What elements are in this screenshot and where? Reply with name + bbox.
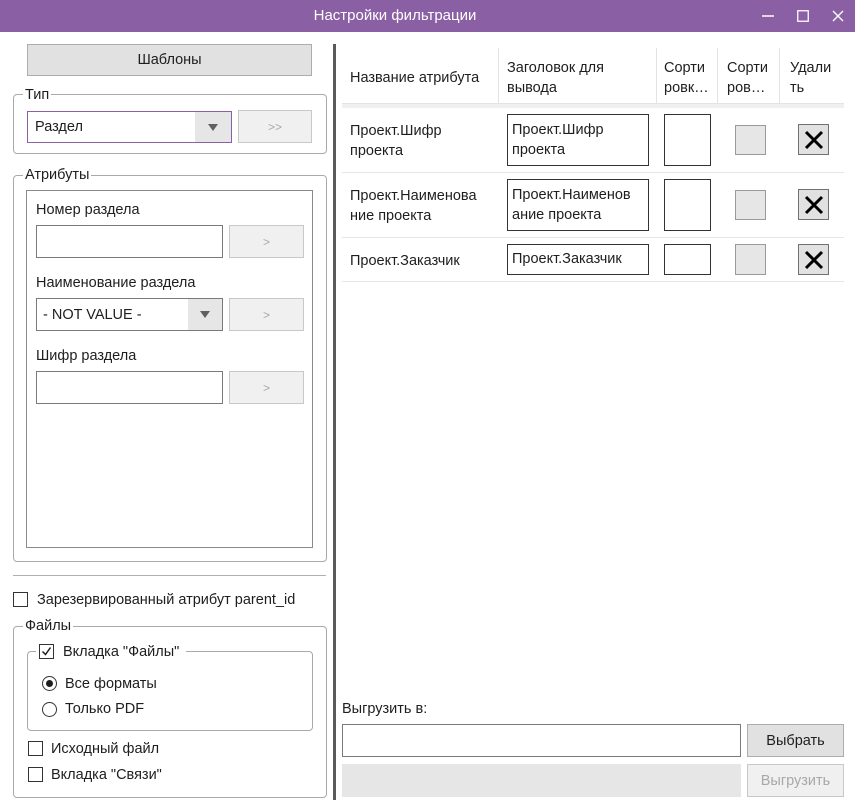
section-number-label: Номер раздела	[36, 202, 140, 218]
attributes-group-legend: Атрибуты	[23, 167, 92, 183]
all-formats-label: Все форматы	[65, 676, 157, 692]
chevron-down-icon	[188, 299, 222, 330]
row-attribute-name: Проект.Шифр проекта	[350, 123, 442, 159]
row-sort-checkbox[interactable]	[735, 244, 766, 275]
chevron-down-icon	[195, 112, 231, 142]
row-attribute-name: Проект.Заказчик	[350, 253, 460, 269]
column-header-sort-2[interactable]: Сорти ров…	[727, 58, 768, 98]
row-divider	[342, 237, 844, 238]
maximize-icon[interactable]	[785, 0, 821, 32]
all-formats-radio[interactable]	[42, 676, 57, 691]
row-divider	[342, 281, 844, 282]
header-divider	[656, 48, 657, 104]
row-delete-button[interactable]	[798, 189, 829, 220]
source-file-label: Исходный файл	[51, 741, 160, 757]
row-sort-checkbox[interactable]	[735, 190, 766, 220]
choose-button[interactable]: Выбрать	[747, 724, 844, 757]
header-divider	[717, 48, 718, 104]
templates-button[interactable]: Шаблоны	[27, 44, 312, 76]
row-divider	[342, 172, 844, 173]
close-icon[interactable]	[820, 0, 855, 32]
reserved-attribute-label: Зарезервированный атрибут parent_id	[37, 592, 296, 608]
header-shadow	[342, 104, 844, 108]
section-name-select[interactable]: - NOT VALUE -	[36, 298, 223, 331]
export-to-label: Выгрузить в:	[342, 701, 428, 717]
row-delete-button[interactable]	[798, 124, 829, 155]
section-code-label: Шифр раздела	[36, 348, 137, 364]
row-sort-checkbox[interactable]	[735, 125, 766, 155]
column-header-output-title[interactable]: Заголовок для вывода	[507, 58, 604, 98]
row-sort-input[interactable]	[664, 179, 711, 231]
header-divider	[498, 48, 499, 104]
column-header-delete[interactable]: Удали ть	[790, 58, 831, 98]
section-name-select-value: - NOT VALUE -	[43, 306, 142, 323]
type-group-legend: Тип	[23, 87, 52, 103]
section-name-label: Наименование раздела	[36, 275, 196, 291]
row-sort-input[interactable]	[664, 114, 711, 166]
row-attribute-name: Проект.Наименова ние проекта	[350, 188, 477, 224]
type-apply-button[interactable]: >>	[238, 110, 312, 143]
row-output-title-input[interactable]: Проект.Заказчик	[507, 244, 649, 275]
row-delete-button[interactable]	[798, 244, 829, 275]
section-code-apply-button[interactable]: >	[229, 371, 304, 404]
delete-x-icon	[804, 250, 823, 269]
row-output-title-input[interactable]: Проект.Наименов ание проекта	[507, 179, 649, 231]
export-button[interactable]: Выгрузить	[747, 764, 844, 797]
window-title: Настройки фильтрации	[313, 7, 477, 24]
type-select-value: Раздел	[35, 119, 83, 135]
source-file-checkbox[interactable]	[28, 741, 43, 756]
row-sort-input[interactable]	[664, 244, 711, 275]
links-tab-label: Вкладка "Связи"	[51, 767, 162, 783]
header-divider	[779, 48, 780, 104]
left-divider	[13, 575, 326, 576]
delete-x-icon	[804, 130, 823, 149]
export-path-input[interactable]	[342, 724, 741, 757]
files-tab-checkbox[interactable]	[39, 644, 54, 659]
section-name-apply-button[interactable]: >	[229, 298, 304, 331]
type-select[interactable]: Раздел	[27, 111, 232, 143]
files-tab-label: Вкладка "Файлы"	[63, 644, 180, 660]
title-bar: Настройки фильтрации	[0, 0, 855, 32]
delete-x-icon	[804, 195, 823, 214]
links-tab-checkbox[interactable]	[28, 767, 43, 782]
files-group-legend: Файлы	[23, 618, 74, 634]
radio-dot-icon	[46, 680, 53, 687]
export-progress-bar	[342, 764, 741, 797]
column-header-attribute-name[interactable]: Название атрибута	[350, 68, 479, 88]
section-code-input[interactable]	[36, 371, 223, 404]
checkmark-icon	[41, 647, 52, 656]
section-number-apply-button[interactable]: >	[229, 225, 304, 258]
row-output-title-input[interactable]: Проект.Шифр проекта	[507, 114, 649, 166]
column-header-sort-1[interactable]: Сорти ровк…	[664, 58, 709, 98]
pdf-only-radio[interactable]	[42, 702, 57, 717]
minimize-icon[interactable]	[750, 0, 786, 32]
pdf-only-label: Только PDF	[65, 701, 145, 717]
panel-splitter[interactable]	[333, 44, 336, 800]
section-number-input[interactable]	[36, 225, 223, 258]
reserved-attribute-checkbox[interactable]	[13, 592, 28, 607]
